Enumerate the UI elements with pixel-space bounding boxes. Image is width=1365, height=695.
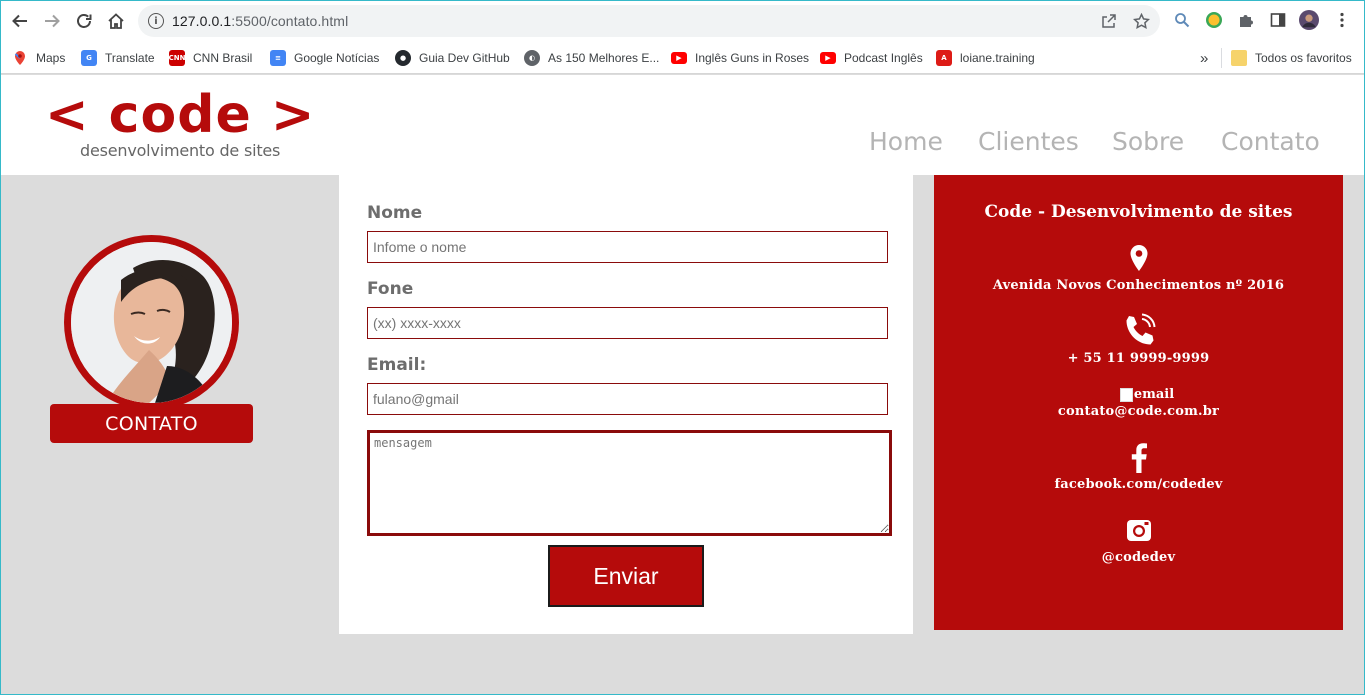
more-bookmarks-button[interactable]: »: [1200, 48, 1208, 68]
bookmarks-bar: Maps G Translate CNN CNN Brasil ≡ Google…: [0, 42, 1365, 74]
address-bar[interactable]: i 127.0.0.1:5500/contato.html: [138, 5, 1160, 37]
email-input[interactable]: [367, 383, 888, 415]
share-icon[interactable]: [1100, 12, 1118, 30]
bookmark-podcast-ingles[interactable]: ▶ Podcast Inglês: [820, 48, 923, 68]
bookmark-github[interactable]: ● Guia Dev GitHub: [395, 48, 510, 68]
folder-icon: [1231, 50, 1247, 66]
address-text: Avenida Novos Conhecimentos nº 2016: [992, 278, 1285, 293]
phone-text: + 55 11 9999-9999: [1067, 351, 1210, 366]
menu-kebab-icon[interactable]: [1332, 10, 1352, 30]
name-input[interactable]: [367, 231, 888, 263]
forward-icon[interactable]: [40, 9, 64, 33]
translate-icon: G: [81, 50, 97, 66]
info-title: Code - Desenvolvimento de sites: [984, 202, 1293, 222]
home-icon[interactable]: [104, 9, 128, 33]
name-label: Nome: [367, 203, 423, 223]
side-panel-icon[interactable]: [1268, 10, 1288, 30]
bookmark-maps[interactable]: Maps: [12, 48, 65, 68]
github-icon: ●: [395, 50, 411, 66]
email-text[interactable]: contato@code.com.br: [934, 404, 1343, 419]
nav-contato[interactable]: Contato: [1221, 127, 1320, 156]
instagram-icon: [1122, 513, 1156, 547]
broken-email-image: email: [1107, 387, 1187, 402]
nav-home[interactable]: Home: [869, 127, 943, 156]
woman-photo: [71, 242, 232, 403]
phone-label: Fone: [367, 279, 414, 299]
site-info-icon[interactable]: i: [148, 13, 164, 29]
all-favorites-folder[interactable]: Todos os favoritos: [1221, 48, 1352, 68]
bookmark-google-news[interactable]: ≡ Google Notícias: [270, 48, 379, 68]
profile-avatar-icon[interactable]: [1299, 10, 1319, 30]
contact-avatar: [64, 235, 239, 410]
extensions-puzzle-icon[interactable]: [1236, 10, 1256, 30]
contact-title-button[interactable]: CONTATO: [50, 404, 253, 443]
bookmark-translate[interactable]: G Translate: [81, 48, 155, 68]
site-tagline: desenvolvimento de sites: [80, 141, 281, 160]
bookmark-cnn[interactable]: CNN CNN Brasil: [169, 48, 252, 68]
back-icon[interactable]: [8, 9, 32, 33]
facebook-text[interactable]: facebook.com/codedev: [934, 477, 1343, 492]
phone-input[interactable]: [367, 307, 888, 339]
reload-icon[interactable]: [72, 9, 96, 33]
cnn-icon: CNN: [169, 50, 185, 66]
instagram-text[interactable]: @codedev: [934, 550, 1343, 565]
bookmark-loiane[interactable]: A loiane.training: [936, 48, 1035, 68]
bookmark-150-melhores[interactable]: ◐ As 150 Melhores E...: [524, 48, 659, 68]
site-logo[interactable]: < code >: [45, 89, 315, 141]
nav-clientes[interactable]: Clientes: [978, 127, 1079, 156]
broken-image-icon: [1119, 387, 1133, 402]
youtube-icon: ▶: [820, 52, 836, 64]
contact-info-panel: Code - Desenvolvimento de sites Avenida …: [934, 175, 1343, 630]
google-news-icon: ≡: [270, 50, 286, 66]
email-label: Email:: [367, 355, 427, 375]
angular-icon: A: [936, 50, 952, 66]
globe-icon: ◐: [524, 50, 540, 66]
location-pin-icon: [1122, 241, 1156, 275]
maps-icon: [12, 50, 28, 66]
youtube-icon: ▶: [671, 52, 687, 64]
phone-icon: [1122, 313, 1156, 347]
extension-compass-icon[interactable]: [1204, 10, 1224, 30]
bookmark-ingles-guns[interactable]: ▶ Inglês Guns in Roses: [671, 48, 809, 68]
facebook-icon: [1122, 441, 1156, 475]
browser-toolbar: i 127.0.0.1:5500/contato.html: [0, 0, 1365, 42]
message-textarea[interactable]: [367, 430, 892, 536]
bookmark-star-icon[interactable]: [1132, 12, 1150, 30]
contact-form: Nome Fone Email: Enviar: [339, 175, 913, 634]
site-header: < code > desenvolvimento de sites Home C…: [1, 75, 1364, 175]
url-text[interactable]: 127.0.0.1:5500/contato.html: [172, 13, 348, 29]
nav-sobre[interactable]: Sobre: [1112, 127, 1184, 156]
submit-button[interactable]: Enviar: [548, 545, 704, 607]
zoom-icon[interactable]: [1172, 10, 1192, 30]
